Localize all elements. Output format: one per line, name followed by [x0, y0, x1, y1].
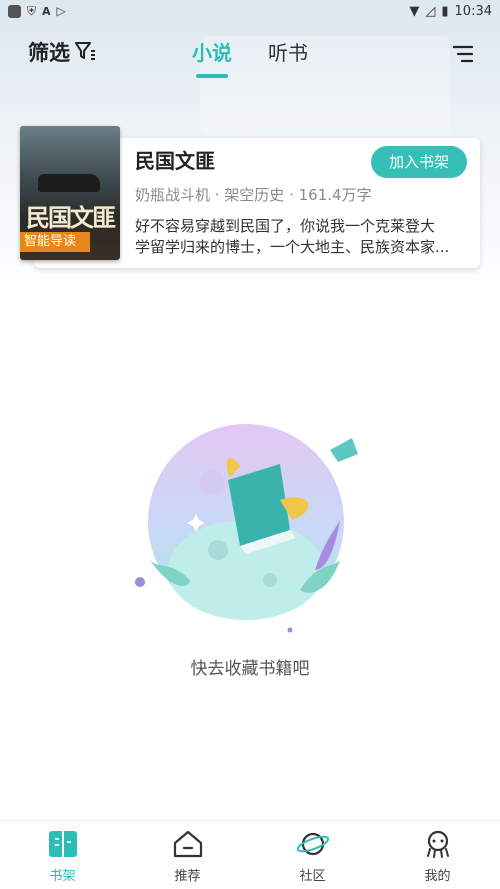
filter-label[interactable]: 筛选 [28, 37, 70, 67]
bottom-navigation: 书架 推荐 社区 我的 [0, 820, 500, 889]
wifi-icon: ▼ [409, 3, 420, 19]
tab-novel[interactable]: 小说 [192, 37, 232, 66]
nav-label-bookshelf: 书架 [49, 869, 76, 884]
book-description-line: 学留学归来的博士，一个大地主、民族资本家... [135, 238, 450, 256]
recommend-icon [171, 829, 205, 863]
signal-icon: ◿ [425, 3, 436, 19]
nav-item-community[interactable]: 社区 [250, 821, 375, 889]
filter-icon[interactable] [74, 40, 96, 66]
book-title[interactable]: 民国文匪 [135, 145, 215, 174]
book-cover[interactable]: 民国文匪 智能导读 [20, 126, 120, 260]
nav-label-recommend: 推荐 [174, 869, 201, 884]
nav-item-recommend[interactable]: 推荐 [125, 821, 250, 889]
book-description: 好不容易穿越到民国了，你说我一个克莱登大 学留学归来的博士，一个大地主、民族资本… [135, 216, 471, 258]
smart-guide-badge: 智能导读 [20, 232, 90, 252]
battery-icon: ▮ [441, 3, 449, 19]
bookshelf-icon [46, 829, 80, 863]
status-time: 10:34 [454, 3, 492, 19]
book-meta: 奶瓶战斗机 · 架空历史 · 161.4万字 [135, 186, 372, 204]
empty-shelf-illustration [130, 420, 370, 640]
play-store-icon: ▷ [56, 4, 66, 18]
profile-icon [421, 829, 455, 863]
nav-item-profile[interactable]: 我的 [375, 821, 500, 889]
empty-shelf-text: 快去收藏书籍吧 [190, 659, 310, 679]
active-tab-indicator [196, 74, 228, 78]
planet-icon [296, 829, 330, 863]
cover-title: 民国文匪 [26, 203, 116, 232]
app-notification-icon [8, 4, 21, 18]
nav-label-profile: 我的 [424, 869, 451, 884]
a-notification-icon: A [42, 4, 51, 18]
book-description-line: 好不容易穿越到民国了，你说我一个克莱登大 [135, 217, 436, 235]
cover-car-illustration [38, 174, 100, 192]
tab-audiobook[interactable]: 听书 [268, 37, 308, 66]
nav-label-community: 社区 [299, 869, 326, 884]
shield-icon: ⛨ [27, 3, 37, 18]
nav-item-bookshelf[interactable]: 书架 [0, 821, 125, 889]
top-header: 筛选 小说 听书 [0, 28, 500, 78]
add-to-shelf-button[interactable]: 加入书架 [371, 146, 467, 178]
status-bar: ⛨ A ▷ ▼ ◿ ▮ 10:34 [0, 0, 500, 22]
menu-icon[interactable] [452, 44, 474, 68]
